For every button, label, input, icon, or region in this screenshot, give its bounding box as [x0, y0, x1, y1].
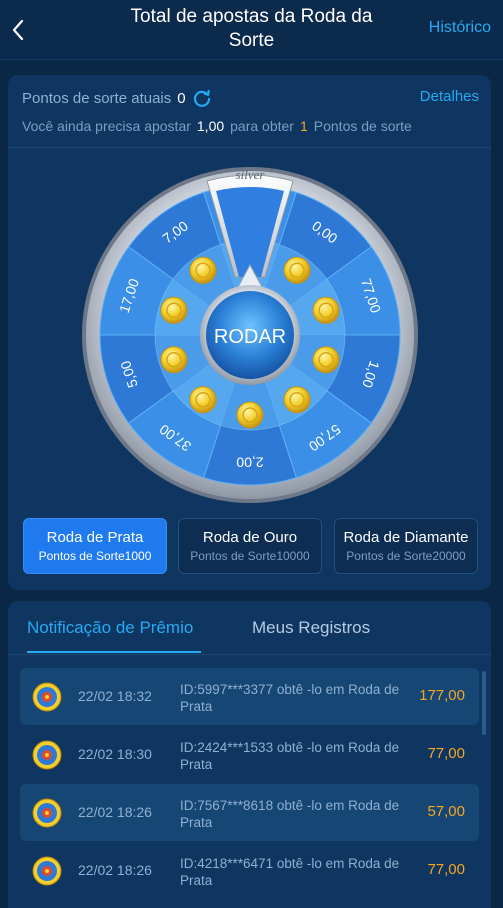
medal-icon [32, 856, 62, 886]
gold-coin-icon [160, 296, 188, 324]
medal-icon [32, 740, 62, 770]
medal-icon [32, 798, 62, 828]
need-amount: 1,00 [196, 118, 225, 134]
tier-points: Pontos de Sorte1000 [38, 549, 152, 563]
record-time: 22/02 18:26 [78, 804, 152, 820]
gold-coin-icon [283, 256, 311, 284]
fortune-wheel: 177,000,0077,001,0057,002,0037,005,0017,… [80, 165, 420, 505]
gold-coin-icon [236, 401, 264, 429]
gold-coin-icon [312, 346, 340, 374]
tier-points: Pontos de Sorte10000 [190, 549, 310, 563]
list-item: 22/02 18:26 ID:7567***8618 obtê -lo em Ro… [20, 784, 479, 841]
gold-coin-icon [189, 386, 217, 414]
tab-prize-notifications[interactable]: Notificação de Prêmio [27, 618, 193, 638]
list-item: 22/02 18:30 ID:2424***1533 obtê -lo em Ro… [20, 726, 479, 783]
top-bar: Total de apostas da Roda da Sorte Histór… [0, 0, 503, 60]
need-prefix: Você ainda precisa apostar [22, 118, 191, 134]
active-tab-indicator [27, 651, 201, 653]
need-middle: para obter [230, 118, 294, 134]
medal-icon [32, 682, 62, 712]
tier-button[interactable]: Roda de Ouro Pontos de Sorte10000 [178, 518, 322, 574]
tier-name: Roda de Ouro [202, 529, 298, 546]
tier-name: Roda de Prata [46, 529, 144, 546]
gold-coin-icon [312, 296, 340, 324]
page-title-line1: Total de apostas da Roda da [130, 6, 373, 27]
wheel-graphic: 177,000,0077,001,0057,002,0037,005,0017,… [82, 167, 418, 503]
record-amount: 77,00 [427, 745, 465, 762]
record-time: 22/02 18:32 [78, 688, 152, 704]
divider [8, 654, 491, 655]
refresh-icon[interactable] [192, 88, 212, 108]
gold-coin-icon [283, 386, 311, 414]
record-description: ID:5997***3377 obtê -lo em Roda de Prata [180, 682, 400, 714]
record-description: ID:4218***6471 obtê -lo em Roda de Prata [180, 856, 400, 888]
tier-name: Roda de Diamante [343, 529, 469, 546]
bet-requirement-text: Você ainda precisa apostar 1,00 para obter… [22, 118, 479, 138]
tier-button[interactable]: Roda de Diamante Pontos de Sorte20000 [334, 518, 478, 574]
luck-points-value: 0 [177, 89, 186, 107]
record-time: 22/02 18:30 [78, 746, 152, 762]
divider [8, 147, 491, 148]
silver-badge: silver [236, 167, 266, 182]
record-amount: 57,00 [427, 803, 465, 820]
record-amount: 177,00 [419, 687, 465, 704]
back-button[interactable] [6, 14, 30, 46]
wheel-card: Pontos de sorte atuais 0 Detalhes Você a… [8, 75, 491, 590]
luck-points-label: Pontos de sorte atuais [22, 89, 172, 107]
details-link[interactable]: Detalhes [420, 88, 479, 105]
gold-coin-icon [189, 256, 217, 284]
record-description: ID:7567***8618 obtê -lo em Roda de Prata [180, 798, 400, 830]
history-link[interactable]: Histórico [429, 19, 491, 37]
tab-my-records[interactable]: Meus Registros [252, 618, 370, 638]
page-title: Total de apostas da Roda da Sorte [100, 5, 403, 53]
luck-points-row: Pontos de sorte atuais 0 Detalhes [22, 87, 479, 109]
page-title-line2: Sorte [228, 30, 275, 51]
wheel-segment-label: 2,00 [236, 454, 263, 470]
list-item: 22/02 18:26 ID:4218***6471 obtê -lo em Ro… [20, 842, 479, 899]
need-suffix: Pontos de sorte [313, 118, 412, 134]
chevron-left-icon [12, 19, 24, 41]
record-amount: 77,00 [427, 861, 465, 878]
record-time: 22/02 18:26 [78, 862, 152, 878]
scrollbar[interactable] [482, 671, 486, 735]
records-panel: Notificação de Prêmio Meus Registros 22/… [8, 601, 491, 908]
tier-button[interactable]: Roda de Prata Pontos de Sorte1000 [23, 518, 167, 574]
spin-button-label[interactable]: RODAR [214, 326, 286, 348]
need-points: 1 [299, 118, 308, 134]
tier-points: Pontos de Sorte20000 [346, 549, 466, 563]
prize-list: 22/02 18:32 ID:5997***3377 obtê -lo em Ro… [20, 668, 479, 900]
record-description: ID:2424***1533 obtê -lo em Roda de Prata [180, 740, 400, 772]
gold-coin-icon [160, 346, 188, 374]
list-item: 22/02 18:32 ID:5997***3377 obtê -lo em Ro… [20, 668, 479, 725]
